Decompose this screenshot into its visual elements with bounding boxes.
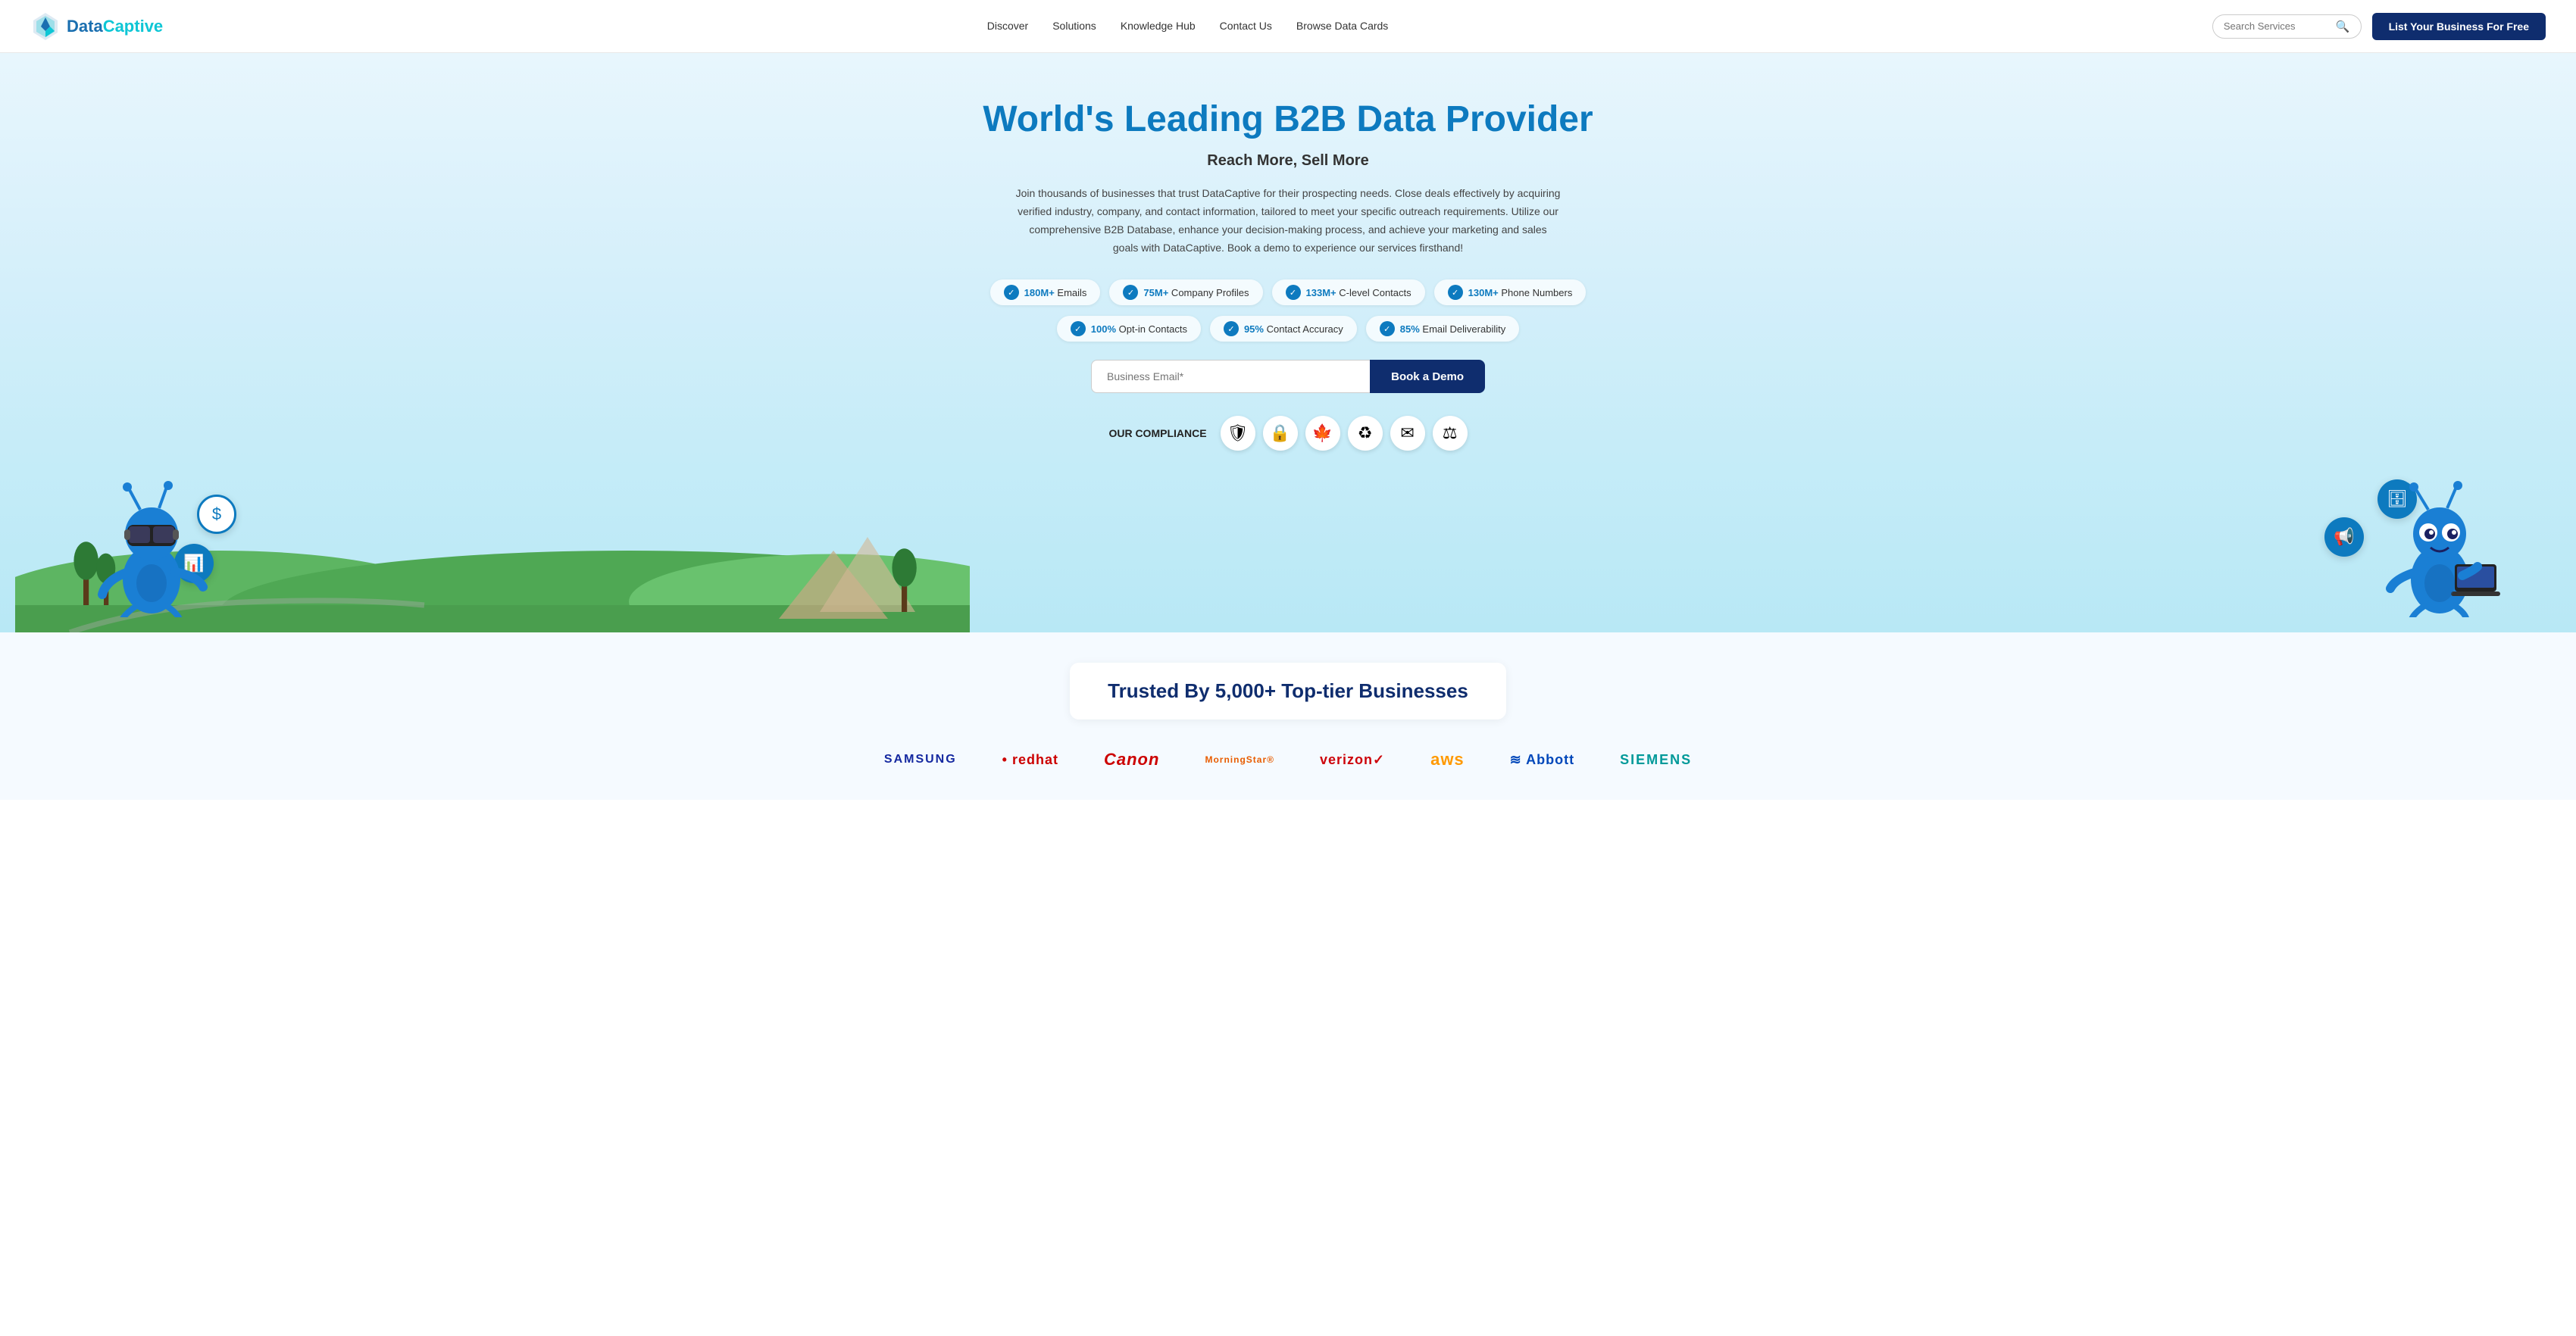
- hero-section: World's Leading B2B Data Provider Reach …: [0, 53, 2576, 632]
- stat-badge: ✓95% Contact Accuracy: [1210, 316, 1357, 342]
- stats-row-bottom: ✓100% Opt-in Contacts ✓95% Contact Accura…: [15, 316, 2561, 342]
- stat-badge: ✓180M+ Emails: [990, 279, 1101, 305]
- demo-button[interactable]: Book a Demo: [1370, 360, 1485, 393]
- hero-description: Join thousands of businesses that trust …: [1015, 185, 1561, 257]
- brand-logo: • redhat: [1002, 752, 1058, 768]
- stat-badge: ✓100% Opt-in Contacts: [1057, 316, 1201, 342]
- trusted-title: Trusted By 5,000+ Top-tier Businesses: [1108, 679, 1468, 703]
- hero-landscape: $ 📊 🗄 📢: [15, 466, 2561, 632]
- nav-item[interactable]: Discover: [987, 20, 1028, 33]
- search-box[interactable]: 🔍: [2212, 14, 2362, 39]
- nav-item[interactable]: Browse Data Cards: [1296, 20, 1388, 33]
- brand-logo: MorningStar®: [1205, 754, 1274, 765]
- hero-subtitle: Reach More, Sell More: [15, 152, 2561, 170]
- trusted-box: Trusted By 5,000+ Top-tier Businesses: [1070, 663, 1506, 720]
- nav-item[interactable]: Contact Us: [1220, 20, 1272, 33]
- compliance-badge: 🔒: [1263, 416, 1298, 451]
- trusted-section: Trusted By 5,000+ Top-tier Businesses SA…: [0, 632, 2576, 800]
- check-icon: ✓: [1123, 285, 1138, 300]
- logo-wordmark: DataCaptive: [67, 17, 163, 36]
- compliance-badge: ⚖: [1433, 416, 1468, 451]
- hero-title: World's Leading B2B Data Provider: [15, 98, 2561, 140]
- compliance-label: OUR COMPLIANCE: [1108, 427, 1206, 439]
- brand-logo: Canon: [1104, 750, 1159, 769]
- compliance-badge: 🍁: [1305, 416, 1340, 451]
- logo[interactable]: DataCaptive: [30, 11, 163, 42]
- search-button[interactable]: 🔍: [2336, 20, 2350, 33]
- check-icon: ✓: [1380, 321, 1395, 336]
- stat-badge: ✓85% Email Deliverability: [1366, 316, 1519, 342]
- compliance-badges: 🛡🔒🍁♻✉⚖: [1221, 416, 1468, 451]
- check-icon: ✓: [1224, 321, 1239, 336]
- search-input[interactable]: [2224, 20, 2330, 32]
- ant-right: [2379, 466, 2500, 617]
- main-nav: Discover Solutions Knowledge Hub Contact Us…: [987, 20, 1389, 33]
- stats-row-top: ✓180M+ Emails ✓75M+ Company Profiles ✓133M…: [15, 279, 2561, 305]
- check-icon: ✓: [1286, 285, 1301, 300]
- header-actions: 🔍 List Your Business For Free: [2212, 13, 2546, 40]
- brand-logo: verizon✓: [1320, 752, 1385, 768]
- brand-logo: SIEMENS: [1620, 752, 1692, 768]
- compliance-badge: ♻: [1348, 416, 1383, 451]
- stat-badge: ✓75M+ Company Profiles: [1109, 279, 1262, 305]
- check-icon: ✓: [1071, 321, 1086, 336]
- site-header: DataCaptive Discover Solutions Knowledge H…: [0, 0, 2576, 53]
- speaker-floating-icon: 📢: [2324, 517, 2364, 557]
- compliance-badge: ✉: [1390, 416, 1425, 451]
- check-icon: ✓: [1448, 285, 1463, 300]
- list-business-button[interactable]: List Your Business For Free: [2372, 13, 2546, 40]
- check-icon: ✓: [1004, 285, 1019, 300]
- brand-logos: SAMSUNG • redhat Canon MorningStar® verizon✓…: [45, 750, 2531, 769]
- email-form: Book a Demo: [1091, 360, 1485, 393]
- brand-logo: ≋ Abbott: [1510, 752, 1574, 768]
- ant-left: [91, 466, 212, 617]
- stat-badge: ✓133M+ C-level Contacts: [1272, 279, 1425, 305]
- stat-badge: ✓130M+ Phone Numbers: [1434, 279, 1587, 305]
- brand-logo: SAMSUNG: [884, 753, 957, 766]
- nav-item[interactable]: Solutions: [1052, 20, 1096, 33]
- compliance-badge: 🛡: [1221, 416, 1255, 451]
- nav-item[interactable]: Knowledge Hub: [1121, 20, 1196, 33]
- brand-logo: aws: [1430, 750, 1465, 769]
- email-input[interactable]: [1091, 360, 1370, 393]
- compliance-row: OUR COMPLIANCE 🛡🔒🍁♻✉⚖: [15, 416, 2561, 451]
